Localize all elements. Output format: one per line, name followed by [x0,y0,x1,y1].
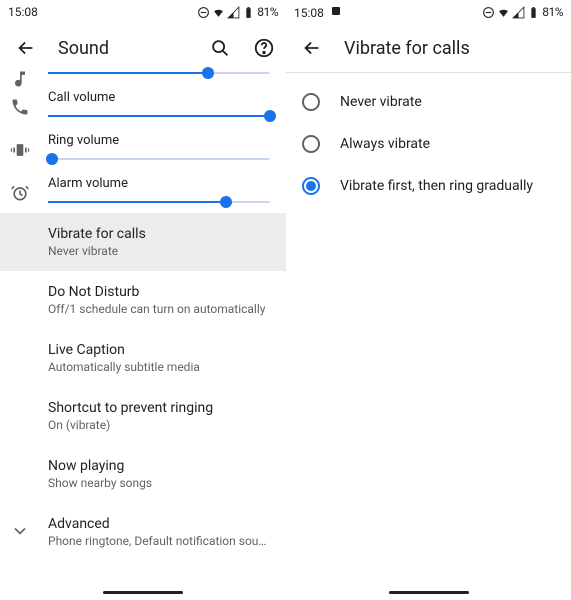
battery-percent: 81% [542,5,563,19]
radio-icon [302,135,320,153]
arrow-back-icon [15,37,37,59]
vibrate-options-list: Never vibrate Always vibrate Vibrate fir… [286,73,571,215]
status-icons: 81% [197,5,278,19]
radio-icon [302,177,320,195]
wifi-icon [212,6,225,19]
option-label: Always vibrate [340,136,430,152]
status-bar: 15:08 81% [286,0,571,24]
sound-content: Call volume Ring volume Alarm volume Vi [0,72,286,581]
item-title: Live Caption [48,342,270,358]
media-volume-row[interactable] [0,72,286,84]
ring-volume-label: Ring volume [48,133,270,148]
phone-icon [10,97,30,117]
item-title: Do Not Disturb [48,284,270,300]
do-not-disturb-item[interactable]: Do Not Disturb Off/1 schedule can turn o… [0,271,286,329]
radio-icon [302,93,320,111]
screenshot-icon [330,5,342,17]
call-volume-slider[interactable] [48,115,270,117]
search-button[interactable] [208,36,232,60]
call-volume-label: Call volume [48,90,270,105]
sound-settings-screen: 15:08 81% Sound [0,0,286,600]
ring-volume-row[interactable]: Ring volume [0,127,286,170]
live-caption-item[interactable]: Live Caption Automatically subtitle medi… [0,329,286,387]
chevron-down-icon [10,521,30,541]
battery-icon [242,6,255,19]
option-always-vibrate[interactable]: Always vibrate [286,123,571,165]
now-playing-item[interactable]: Now playing Show nearby songs [0,445,286,503]
media-volume-slider[interactable] [48,72,270,74]
battery-icon [527,6,540,19]
item-subtitle: Never vibrate [48,244,270,258]
page-title: Vibrate for calls [344,38,561,59]
app-bar: Sound [0,24,286,72]
shortcut-prevent-ringing-item[interactable]: Shortcut to prevent ringing On (vibrate) [0,387,286,445]
item-title: Vibrate for calls [48,226,270,242]
alarm-volume-slider[interactable] [48,201,270,203]
nav-home-bar[interactable] [389,591,469,594]
item-subtitle: Off/1 schedule can turn on automatically [48,302,270,316]
alarm-icon [10,183,30,203]
option-label: Never vibrate [340,94,422,110]
wifi-icon [497,6,510,19]
option-label: Vibrate first, then ring gradually [340,178,533,194]
search-icon [209,37,231,59]
vibrate-for-calls-screen: 15:08 81% Vibrate for calls Never vibrat… [286,0,571,600]
alarm-volume-label: Alarm volume [48,176,270,191]
status-time: 15:08 [294,5,342,20]
vibrate-icon [10,140,30,160]
page-title: Sound [58,38,188,59]
ring-volume-slider[interactable] [48,158,270,160]
item-title: Now playing [48,458,270,474]
item-title: Shortcut to prevent ringing [48,400,270,416]
dnd-icon [197,6,210,19]
vibrate-for-calls-item[interactable]: Vibrate for calls Never vibrate [0,213,286,271]
item-subtitle: Automatically subtitle media [48,360,270,374]
back-button[interactable] [300,36,324,60]
help-icon [253,37,275,59]
back-button[interactable] [14,36,38,60]
status-bar: 15:08 81% [0,0,286,24]
help-button[interactable] [252,36,276,60]
item-subtitle: Show nearby songs [48,476,270,490]
status-time: 15:08 [8,5,38,19]
nav-home-bar[interactable] [103,591,183,594]
advanced-item[interactable]: Advanced Phone ringtone, Default notific… [0,503,286,561]
call-volume-row[interactable]: Call volume [0,84,286,127]
signal-icon [227,6,240,19]
arrow-back-icon [301,37,323,59]
app-bar: Vibrate for calls [286,24,571,72]
status-icons: 81% [482,5,563,19]
item-subtitle: On (vibrate) [48,418,270,432]
option-vibrate-gradual[interactable]: Vibrate first, then ring gradually [286,165,571,207]
dnd-icon [482,6,495,19]
option-never-vibrate[interactable]: Never vibrate [286,81,571,123]
battery-percent: 81% [257,5,278,19]
signal-icon [512,6,525,19]
alarm-volume-row[interactable]: Alarm volume [0,170,286,213]
item-title: Advanced [48,516,270,532]
item-subtitle: Phone ringtone, Default notification sou… [48,534,270,548]
